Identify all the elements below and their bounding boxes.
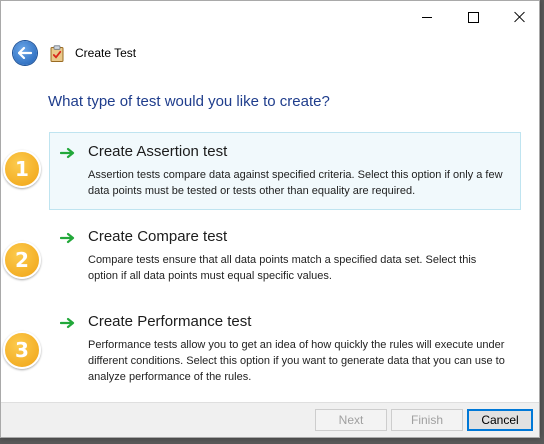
minimize-button[interactable]: [404, 1, 450, 33]
back-arrow-icon: [18, 47, 32, 59]
option-assertion-test[interactable]: Create Assertion test Assertion tests co…: [49, 132, 521, 210]
option-title: Create Performance test: [88, 313, 252, 330]
green-arrow-icon: [60, 232, 75, 244]
option-performance-test[interactable]: Create Performance test Performance test…: [49, 302, 521, 396]
wizard-footer: Next Finish Cancel: [1, 402, 539, 437]
next-button[interactable]: Next: [315, 409, 387, 431]
page-question: What type of test would you like to crea…: [48, 93, 330, 110]
wizard-header: Create Test: [1, 35, 539, 71]
option-compare-test[interactable]: Create Compare test Compare tests ensure…: [49, 217, 521, 295]
green-arrow-icon: [60, 317, 75, 329]
back-button[interactable]: [13, 41, 37, 65]
title-bar: [1, 1, 539, 33]
dialog-title: Create Test: [75, 46, 137, 60]
finish-button[interactable]: Finish: [391, 409, 463, 431]
cancel-button[interactable]: Cancel: [467, 409, 533, 431]
green-arrow-icon: [60, 147, 75, 159]
clipboard-check-icon: [50, 45, 64, 62]
option-description: Performance tests allow you to get an id…: [88, 339, 505, 383]
step-badge: 2: [3, 241, 41, 279]
maximize-icon: [467, 11, 479, 23]
step-badge: 1: [3, 150, 41, 188]
step-badge: 3: [3, 331, 41, 369]
option-title: Create Assertion test: [88, 143, 228, 160]
maximize-button[interactable]: [450, 1, 496, 33]
option-title: Create Compare test: [88, 228, 228, 245]
create-test-dialog: Create Test What type of test would you …: [0, 0, 540, 438]
option-description: Assertion tests compare data against spe…: [88, 169, 503, 197]
minimize-icon: [422, 16, 432, 18]
option-description: Compare tests ensure that all data point…: [88, 254, 477, 282]
close-icon: [513, 11, 525, 23]
close-button[interactable]: [496, 1, 542, 33]
